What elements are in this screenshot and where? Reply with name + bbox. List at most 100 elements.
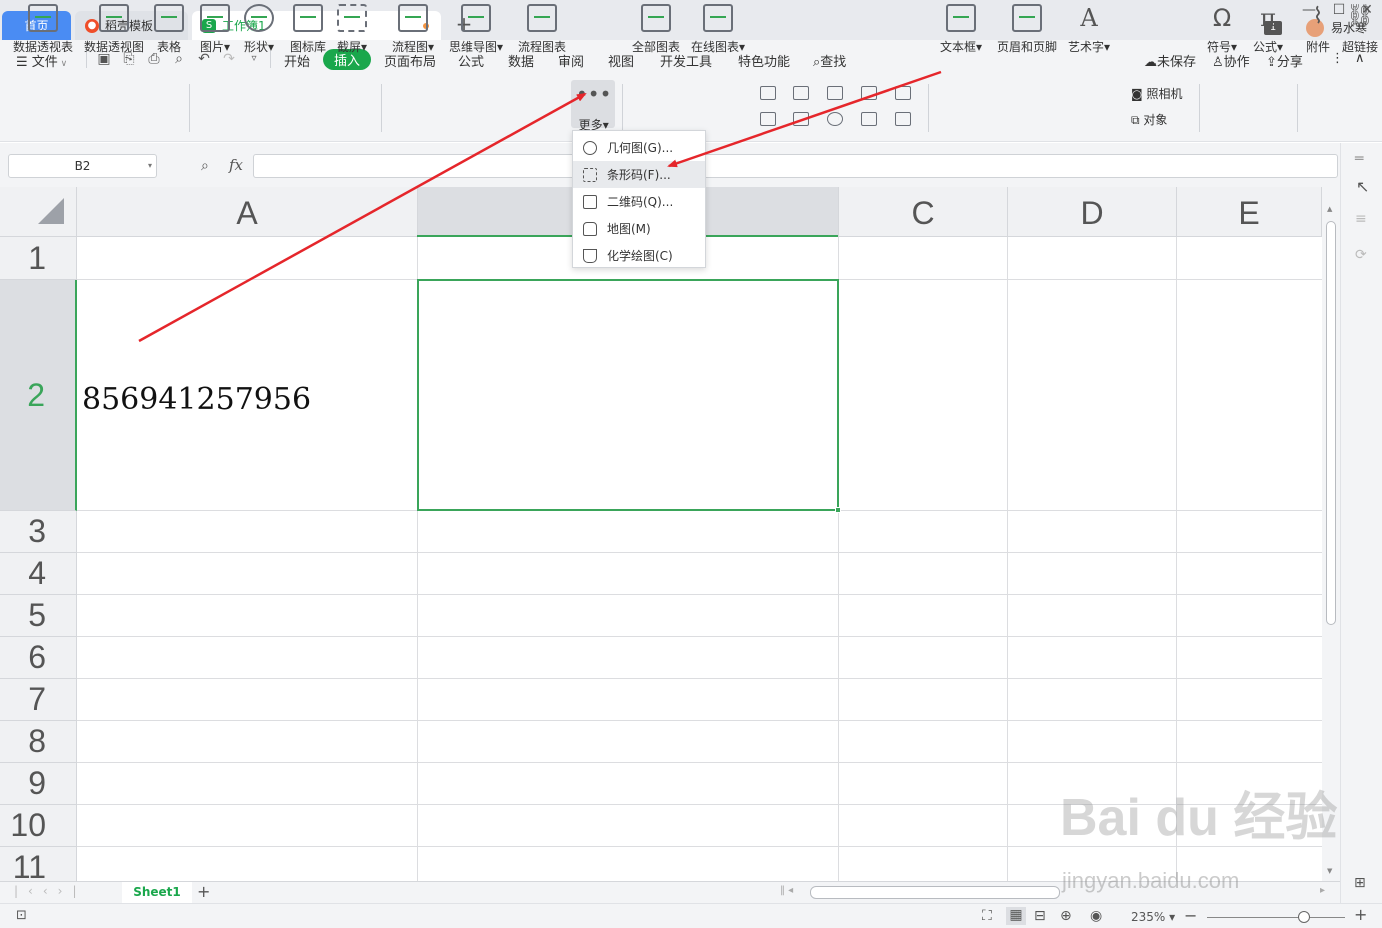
all-charts-button[interactable]: 全部图表 [632, 4, 680, 55]
row-header-2[interactable]: 2 [0, 280, 77, 511]
smart-chart-button[interactable]: 流程图表 [518, 4, 566, 55]
row-header-3[interactable]: 3 [0, 511, 77, 553]
row-header-11[interactable]: 11 [0, 847, 77, 881]
fullscreen-icon[interactable]: ⛶ [982, 908, 992, 924]
more-button[interactable]: ••• 更多▾ [576, 84, 611, 133]
menu-item-qrcode[interactable]: 二维码(Q)... [573, 188, 705, 215]
menu-item-chemistry[interactable]: 化学绘图(C) [573, 242, 705, 269]
name-box[interactable]: B2 ▾ [8, 154, 157, 178]
row-header-6[interactable]: 6 [0, 637, 77, 679]
person-icon: ♙ [1212, 55, 1224, 70]
gridline [1007, 237, 1008, 881]
formula-input[interactable] [253, 154, 1338, 178]
pivot-chart-button[interactable]: 数据透视图 [84, 4, 144, 55]
panel-drag-icon[interactable]: ═ [1355, 151, 1363, 167]
eye-protection-icon[interactable]: ◉ [1090, 908, 1102, 924]
sheet-nav-arrows-icon[interactable]: |‹‹›| [14, 884, 86, 898]
column-header-c[interactable]: C [839, 187, 1008, 237]
chevron-down-icon[interactable]: ▾ [148, 155, 152, 177]
other-chart-icon[interactable] [895, 112, 911, 126]
hscroll-left-icon[interactable]: ‖ ◂ [780, 885, 793, 896]
zoom-function-icon[interactable]: ⌕ [201, 158, 209, 174]
scroll-down-icon[interactable]: ▼ [1327, 867, 1332, 875]
unsaved-status[interactable]: ☁未保存 [1144, 51, 1196, 70]
row-header-10[interactable]: 10 [0, 805, 77, 847]
column-header-d[interactable]: D [1008, 187, 1177, 237]
scatter-chart-icon[interactable] [861, 112, 877, 126]
column-chart-icon[interactable] [760, 86, 776, 100]
table-button[interactable]: 表格 [154, 4, 184, 55]
menu-item-geometry[interactable]: 几何图(G)... [573, 134, 705, 161]
menu-view[interactable]: 视图 [608, 51, 634, 70]
row-header-7[interactable]: 7 [0, 679, 77, 721]
zoom-out-icon[interactable]: − [1184, 906, 1197, 925]
header-footer-button[interactable]: 页眉和页脚 [997, 4, 1057, 55]
apps-grid-icon[interactable]: ⊞ [1354, 875, 1366, 891]
attachment-button[interactable]: ⌇ 附件 [1306, 4, 1330, 55]
selected-cell-b2[interactable] [417, 279, 841, 513]
row-header-9[interactable]: 9 [0, 763, 77, 805]
search-command[interactable]: ⌕查找 [813, 51, 846, 70]
vertical-scroll-thumb[interactable] [1326, 221, 1336, 625]
menu-special-features[interactable]: 特色功能 [738, 51, 790, 70]
symbol-button[interactable]: Ω 符号▾ [1207, 4, 1237, 55]
row-header-1[interactable]: 1 [0, 237, 77, 280]
flowchart-button[interactable]: 流程图▾ [392, 4, 434, 55]
online-charts-button[interactable]: 在线图表▾ [691, 4, 745, 55]
radar-chart-icon[interactable] [861, 86, 877, 100]
geometry-icon [583, 140, 597, 155]
textbox-button[interactable]: 文本框▾ [940, 4, 982, 55]
menu-item-barcode[interactable]: 条形码(F)... [573, 161, 705, 188]
column-header-e[interactable]: E [1177, 187, 1322, 237]
ellipsis-icon: ••• [576, 82, 612, 106]
page-layout-view-icon[interactable]: ⊕ [1060, 908, 1072, 924]
backup-icon[interactable]: ⟳ [1355, 247, 1367, 263]
zoom-slider[interactable] [1207, 917, 1345, 918]
picture-button[interactable]: 图片▾ [200, 4, 230, 55]
hscroll-right-icon[interactable]: ▸ [1320, 885, 1325, 896]
normal-view-icon[interactable]: ▦ [1006, 907, 1026, 925]
line-chart-icon[interactable] [827, 86, 843, 100]
bar-chart-horizontal-icon[interactable] [793, 86, 809, 100]
zoom-in-icon[interactable]: + [1354, 905, 1367, 924]
row-header-4[interactable]: 4 [0, 553, 77, 595]
row-header-5[interactable]: 5 [0, 595, 77, 637]
icon-library-button[interactable]: 图标库 [290, 4, 326, 55]
row-header-8[interactable]: 8 [0, 721, 77, 763]
word-art-button[interactable]: A 艺术字▾ [1068, 4, 1110, 55]
scroll-up-icon[interactable]: ▲ [1327, 205, 1332, 213]
mindmap-button[interactable]: 思维导图▾ [449, 4, 503, 55]
column-header-a[interactable]: A [77, 187, 418, 237]
screenshot-button[interactable]: 截屏▾ [337, 4, 367, 55]
cell-a2[interactable]: 856941257956 [82, 382, 311, 417]
name-box-value: B2 [74, 159, 91, 173]
combo-chart-icon[interactable] [793, 112, 809, 126]
camera-button[interactable]: ◙ 照相机 [1131, 85, 1182, 102]
shape-button[interactable]: 形状▾ [244, 4, 274, 55]
pivot-table-button[interactable]: 数据透视表 [13, 4, 73, 55]
pie-chart-icon[interactable] [827, 112, 843, 126]
divider [1297, 84, 1298, 132]
page-break-view-icon[interactable]: ⊟ [1034, 908, 1046, 924]
hyperlink-button[interactable]: ⛓ 超链接 [1342, 4, 1378, 55]
horizontal-scroll-thumb[interactable] [810, 886, 1060, 899]
menu-item-map-label: 地图(M) [607, 222, 651, 236]
fx-icon[interactable]: fx [229, 156, 243, 174]
pointer-icon[interactable]: ↖ [1356, 177, 1369, 196]
add-sheet-button[interactable]: + [197, 882, 210, 901]
pi-icon: π [1260, 4, 1276, 32]
object-button[interactable]: ⧉ 对象 [1131, 111, 1167, 128]
area-chart-icon[interactable] [895, 86, 911, 100]
equation-button[interactable]: π 公式▾ [1253, 4, 1283, 55]
settings-sliders-icon[interactable]: ≡ [1355, 211, 1367, 227]
fill-handle[interactable] [835, 507, 841, 513]
chevron-down-icon: ∨ [57, 59, 68, 69]
stock-chart-icon[interactable] [760, 112, 776, 126]
menu-item-map[interactable]: 地图(M) [573, 215, 705, 242]
zoom-slider-knob[interactable] [1298, 911, 1310, 923]
sheet-tab-sheet1[interactable]: Sheet1 [122, 882, 192, 904]
select-all-corner[interactable] [0, 187, 77, 237]
macro-record-icon[interactable]: ⊡ [16, 908, 27, 923]
mindmap-label: 思维导图▾ [449, 40, 504, 54]
zoom-level[interactable]: 235% ▾ [1131, 910, 1175, 924]
